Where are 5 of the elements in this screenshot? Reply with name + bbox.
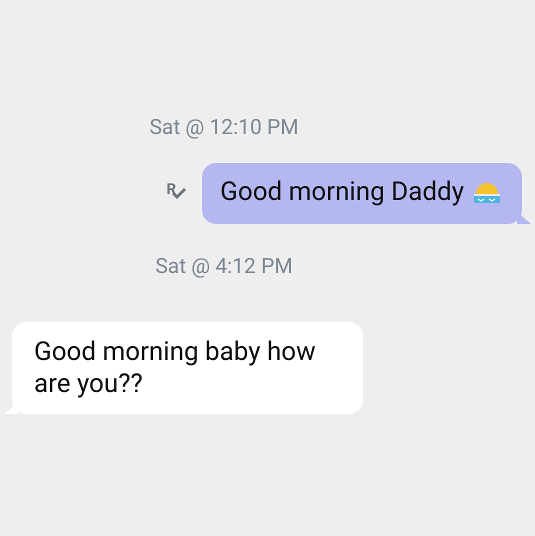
timestamp: Sat @ 12:10 PM — [149, 115, 299, 142]
message-text: Good morning baby how are you?? — [34, 337, 316, 399]
read-receipt-label: R — [166, 180, 176, 196]
message-text: Good morning Daddy — [220, 176, 464, 208]
timestamp: Sat @ 4:12 PM — [155, 254, 293, 281]
